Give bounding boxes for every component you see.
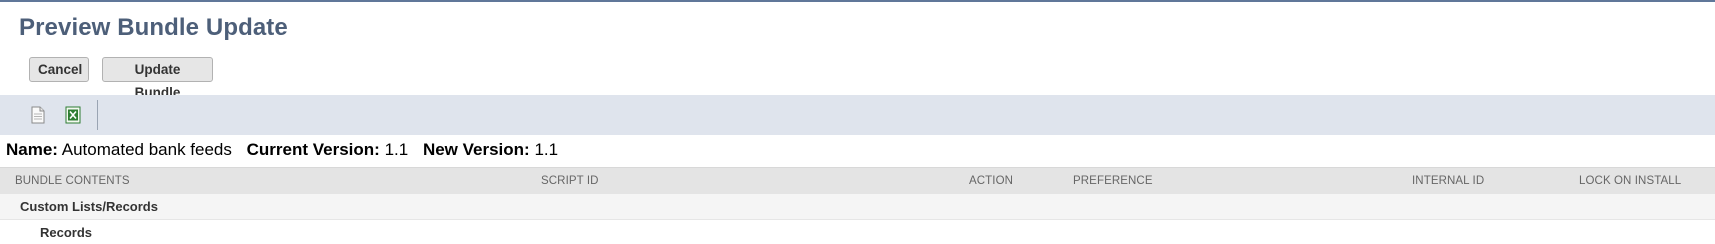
top-accent-line bbox=[0, 0, 1715, 2]
table-row-group: Custom Lists/Records bbox=[0, 194, 1715, 220]
update-bundle-button[interactable]: Update Bundle bbox=[102, 57, 213, 100]
name-value: Automated bank feeds bbox=[61, 140, 232, 159]
page-title: Preview Bundle Update bbox=[19, 14, 288, 41]
toolbar-separator bbox=[97, 100, 98, 130]
document-icon[interactable] bbox=[28, 105, 48, 125]
subgroup-label: Records bbox=[40, 225, 93, 240]
current-version-value: 1.1 bbox=[384, 140, 409, 159]
table-row-subgroup: Records bbox=[0, 220, 1715, 244]
bundle-info-line: Name: Automated bank feeds Current Versi… bbox=[6, 140, 558, 160]
column-internal-id[interactable]: INTERNAL ID bbox=[1412, 175, 1484, 187]
toolbar bbox=[0, 95, 1715, 135]
cancel-button[interactable]: Cancel bbox=[29, 57, 89, 82]
current-version-label: Current Version: bbox=[246, 140, 380, 159]
column-preference[interactable]: PREFERENCE bbox=[1073, 175, 1153, 187]
column-action[interactable]: ACTION bbox=[969, 175, 1013, 187]
column-bundle-contents[interactable]: BUNDLE CONTENTS bbox=[15, 175, 130, 187]
excel-export-icon[interactable] bbox=[63, 105, 83, 125]
new-version-value: 1.1 bbox=[534, 140, 559, 159]
group-label: Custom Lists/Records bbox=[20, 199, 158, 214]
new-version-label: New Version: bbox=[422, 140, 530, 159]
column-lock-on-install[interactable]: LOCK ON INSTALL bbox=[1579, 175, 1681, 187]
table-header: BUNDLE CONTENTS SCRIPT ID ACTION PREFERE… bbox=[0, 167, 1715, 194]
column-script-id[interactable]: SCRIPT ID bbox=[541, 175, 599, 187]
name-label: Name: bbox=[6, 140, 58, 159]
